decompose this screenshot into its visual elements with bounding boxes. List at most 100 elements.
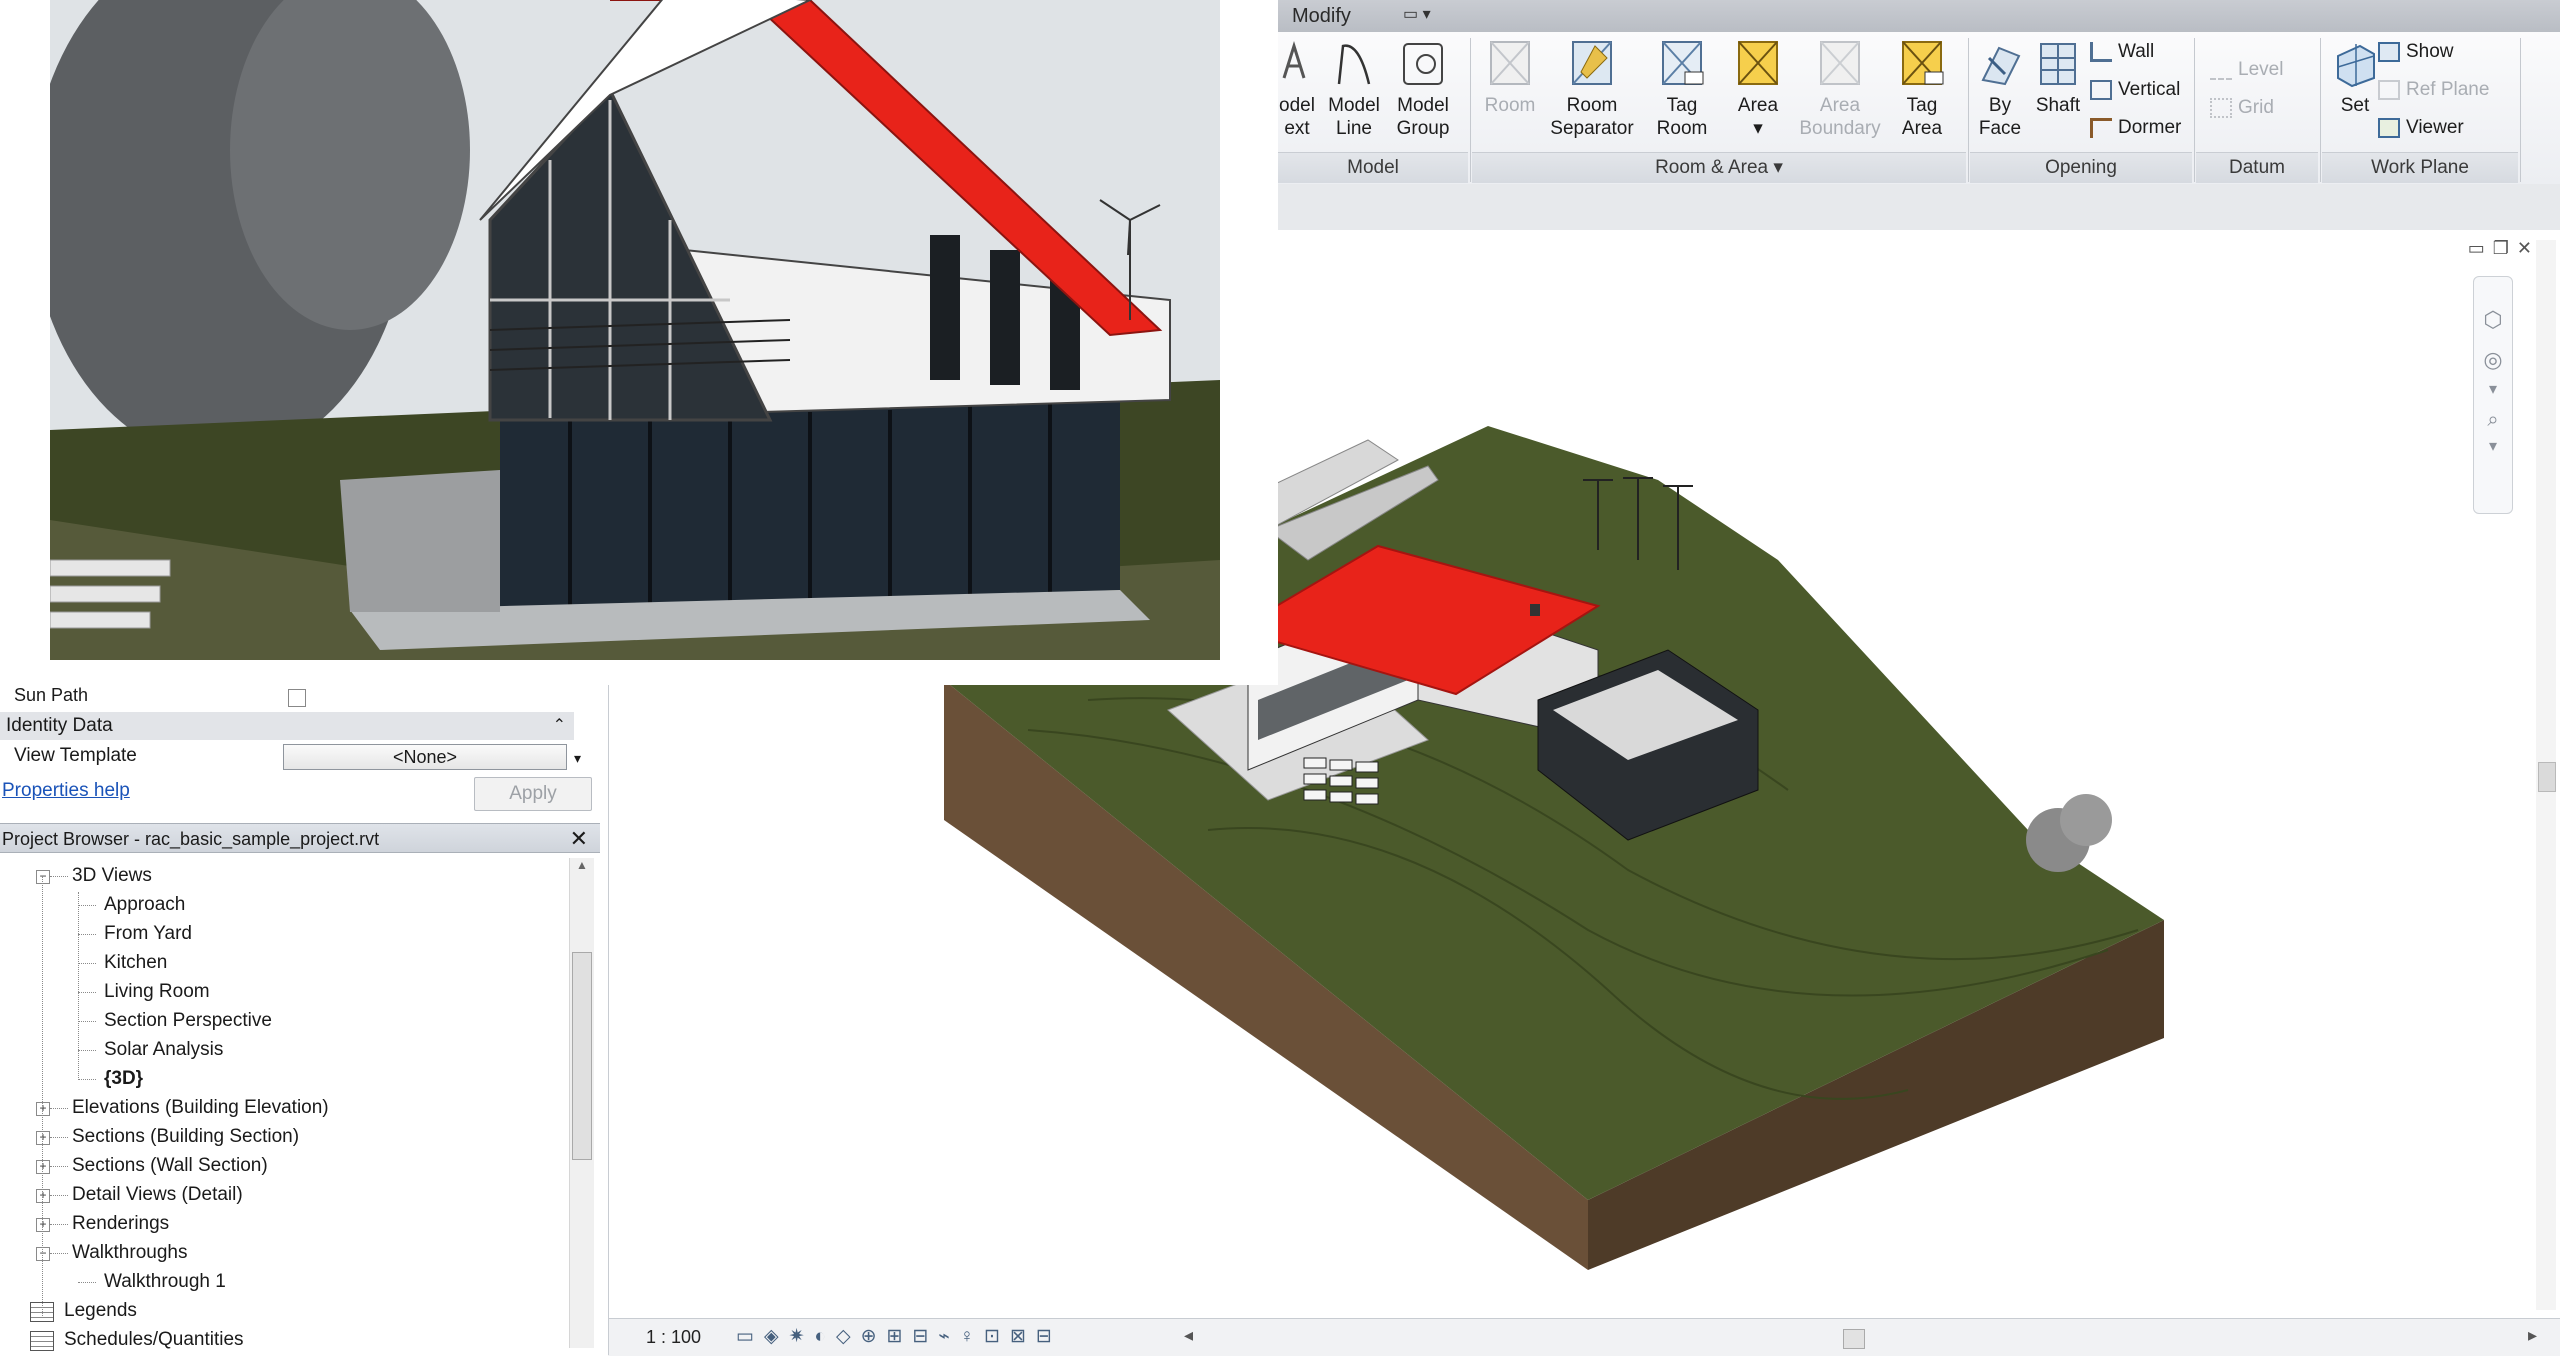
tree-item[interactable]: Approach xyxy=(104,891,185,919)
panel-title-room-area[interactable]: Room & Area ▾ xyxy=(1472,152,1966,183)
navigation-bar[interactable]: ⬡ ◎ ▾ ⌕ ▾ xyxy=(2473,276,2513,514)
collapse-icon[interactable]: ⌃ xyxy=(553,712,566,740)
tree-connector xyxy=(78,963,96,964)
tree-item[interactable]: Living Room xyxy=(104,978,210,1006)
tree-item[interactable]: Renderings xyxy=(72,1210,169,1238)
area-boundary-icon xyxy=(1820,41,1860,85)
contextual-tab-dropdown-icon[interactable]: ▭ ▾ xyxy=(1403,6,1433,24)
tree-connector xyxy=(78,1050,96,1051)
tree-item[interactable]: Walkthrough 1 xyxy=(104,1268,226,1296)
tree-item[interactable]: {3D} xyxy=(104,1065,143,1093)
panel-separator xyxy=(2520,38,2521,182)
viewer-icon xyxy=(2378,117,2400,138)
room-separator-icon xyxy=(1572,41,1612,85)
by-face-button[interactable]: By Face xyxy=(1966,38,2034,140)
set-workplane-button[interactable]: Set xyxy=(2324,38,2386,117)
model-group-icon xyxy=(1403,43,1443,85)
tree-item[interactable]: Legends xyxy=(64,1297,137,1325)
vertical-opening-icon xyxy=(2090,79,2112,100)
dormer-opening-button[interactable]: Dormer xyxy=(2090,116,2181,140)
expand-icon[interactable]: + xyxy=(36,1218,50,1232)
sun-path-checkbox[interactable] xyxy=(288,689,306,707)
scroll-right-icon[interactable]: ▸ xyxy=(2528,1325,2537,1346)
viewcube-icon[interactable]: ⬡ xyxy=(2474,307,2512,333)
tree-connector xyxy=(50,1166,68,1167)
chevron-down-icon[interactable]: ▾ xyxy=(2474,436,2512,456)
model-group-button[interactable]: Model Group xyxy=(1390,38,1456,140)
solar-panels xyxy=(1303,757,1379,805)
expand-icon[interactable]: + xyxy=(36,1131,50,1145)
properties-help-link[interactable]: Properties help xyxy=(2,780,130,802)
room-button[interactable]: Room xyxy=(1474,38,1546,117)
panel-title-datum: Datum xyxy=(2196,152,2318,183)
viewer-button[interactable]: Viewer xyxy=(2378,116,2464,140)
tree-item[interactable]: Elevations (Building Elevation) xyxy=(72,1094,329,1122)
tree-connector xyxy=(78,905,96,906)
expand-icon[interactable]: + xyxy=(36,1189,50,1203)
options-bar xyxy=(1278,184,2560,231)
scroll-left-icon[interactable]: ◂ xyxy=(1184,1325,1193,1346)
tab-modify[interactable]: Modify xyxy=(1278,0,1365,32)
collapse-icon[interactable]: − xyxy=(36,1247,50,1261)
expand-icon[interactable]: + xyxy=(36,1102,50,1116)
vertical-opening-button[interactable]: Vertical xyxy=(2090,78,2180,102)
rendered-image-overlay xyxy=(0,0,1278,685)
steering-wheel-icon[interactable]: ◎ xyxy=(2474,347,2512,373)
property-sun-path: Sun Path xyxy=(0,685,600,711)
wall-opening-button[interactable]: Wall xyxy=(2090,40,2154,64)
set-workplane-icon xyxy=(2337,44,2375,88)
panel-title-opening: Opening xyxy=(1970,152,2192,183)
tree-connector xyxy=(50,1108,68,1109)
tree-connector xyxy=(50,1253,68,1254)
tree-item[interactable]: Solar Analysis xyxy=(104,1036,223,1064)
shaft-button[interactable]: Shaft xyxy=(2026,38,2090,117)
ref-plane-button[interactable]: Ref Plane xyxy=(2378,78,2489,102)
area-boundary-button[interactable]: Area Boundary xyxy=(1790,38,1890,140)
tree-item[interactable]: Walkthroughs xyxy=(72,1239,187,1267)
show-workplane-button[interactable]: Show xyxy=(2378,40,2454,64)
tree-item[interactable]: 3D Views xyxy=(72,862,152,890)
view-template-button[interactable]: <None> xyxy=(283,744,567,770)
zoom-icon[interactable]: ⌕ xyxy=(2474,409,2512,432)
dropdown-arrow-icon[interactable]: ▾ xyxy=(574,743,581,773)
close-icon[interactable]: ✕ xyxy=(570,824,588,854)
ref-plane-icon xyxy=(2378,79,2400,100)
schedule-icon xyxy=(30,1331,54,1351)
tree-connector xyxy=(50,1224,68,1225)
tree-item[interactable]: Schedules/Quantities xyxy=(64,1326,244,1354)
tag-area-button[interactable]: Tag Area xyxy=(1882,38,1962,140)
level-button[interactable]: Level xyxy=(2210,58,2283,82)
tree-connector xyxy=(50,876,68,877)
view-scale[interactable]: 1 : 100 xyxy=(646,1327,701,1348)
apply-button[interactable]: Apply xyxy=(474,777,592,811)
project-browser-scroll-thumb[interactable] xyxy=(572,952,592,1160)
area-button[interactable]: Area ▾ xyxy=(1722,38,1794,140)
view-vertical-scroll-thumb[interactable] xyxy=(2538,762,2556,792)
grid-button[interactable]: Grid xyxy=(2210,96,2274,120)
tree-item[interactable]: Sections (Building Section) xyxy=(72,1123,299,1151)
chevron-down-icon[interactable]: ▾ xyxy=(2474,379,2512,399)
collapse-icon[interactable]: − xyxy=(36,870,50,884)
tree-connector xyxy=(78,1021,96,1022)
scroll-up-icon[interactable]: ▲ xyxy=(570,858,594,872)
expand-icon[interactable]: + xyxy=(36,1160,50,1174)
dormer-icon xyxy=(2090,117,2112,138)
tree-item[interactable]: Kitchen xyxy=(104,949,167,977)
tree-item[interactable]: Detail Views (Detail) xyxy=(72,1181,243,1209)
property-group-identity-data[interactable]: Identity Data ⌃ xyxy=(0,712,574,740)
ribbon-panel-area: odel ext Model Line Model Group Model Ro… xyxy=(1278,32,2560,185)
view-horizontal-scroll-thumb[interactable] xyxy=(1843,1329,1865,1349)
model-line-button[interactable]: Model Line xyxy=(1324,38,1384,140)
tag-room-button[interactable]: Tag Room xyxy=(1644,38,1720,140)
tree-item[interactable]: Section Perspective xyxy=(104,1007,272,1035)
tree-guide-line xyxy=(42,876,43,1316)
show-workplane-icon xyxy=(2378,41,2400,62)
tag-area-icon xyxy=(1902,41,1944,85)
tree-item[interactable]: From Yard xyxy=(104,920,192,948)
level-icon xyxy=(2210,60,2232,80)
ribbon-tab-bar: Modify ▭ ▾ xyxy=(1278,0,2560,33)
room-separator-button[interactable]: Room Separator xyxy=(1542,38,1642,140)
view-control-icons[interactable]: ▭◈✷◐◇⊕⊞⊟⌁♀⊡⊠⊟ xyxy=(736,1325,1062,1348)
model-text-button[interactable]: odel ext xyxy=(1278,38,1322,140)
tree-item[interactable]: Sections (Wall Section) xyxy=(72,1152,268,1180)
